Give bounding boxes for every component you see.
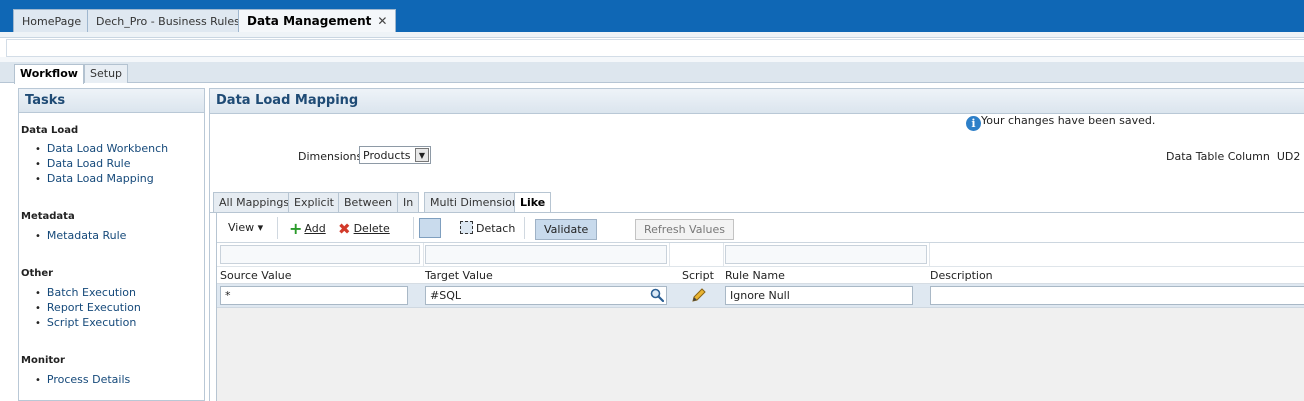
table-header: Source Value Target Value Script Rule Na… <box>217 267 1304 284</box>
refresh-values-button[interactable]: Refresh Values <box>635 219 734 240</box>
column-header-description[interactable]: Description <box>930 269 993 282</box>
detach-button-label: Detach <box>476 222 516 235</box>
task-link-batch-execution[interactable]: Batch Execution <box>35 286 136 299</box>
info-icon: i <box>966 116 981 131</box>
tab-explicit-label: Explicit <box>294 196 334 209</box>
add-button-label: Add <box>304 222 326 235</box>
add-button[interactable]: + Add <box>289 219 326 238</box>
filter-row <box>217 243 1304 267</box>
column-header-target-value[interactable]: Target Value <box>425 269 493 282</box>
task-link-data-load-rule[interactable]: Data Load Rule <box>35 157 131 170</box>
table-format-icon <box>419 218 441 238</box>
rule-name-input[interactable]: Ignore Null <box>725 286 913 305</box>
plus-icon: + <box>289 219 303 238</box>
data-table-column-value: UD2 <box>1276 150 1301 163</box>
toolbar-divider <box>413 217 414 239</box>
validate-button[interactable]: Validate <box>535 219 598 240</box>
tab-multi-dimension[interactable]: Multi Dimension <box>424 192 525 212</box>
column-divider <box>669 243 670 267</box>
detach-icon <box>460 221 473 234</box>
chevron-down-icon[interactable]: ▼ <box>415 148 429 162</box>
tab-multi-dimension-label: Multi Dimension <box>430 196 519 209</box>
tab-data-management[interactable]: Data Management ✕ <box>238 9 397 32</box>
task-link-data-load-workbench[interactable]: Data Load Workbench <box>35 142 168 155</box>
table-row[interactable]: * #SQL Ignore Null <box>217 284 1304 308</box>
filter-target-value[interactable] <box>425 245 667 264</box>
tab-homepage[interactable]: HomePage <box>13 9 91 32</box>
search-icon[interactable] <box>650 288 664 302</box>
column-header-source-value[interactable]: Source Value <box>220 269 291 282</box>
tab-all-mappings-label: All Mappings <box>219 196 290 209</box>
tab-like-label: Like <box>520 196 546 209</box>
column-header-script[interactable]: Script <box>682 269 714 282</box>
tab-workflow[interactable]: Workflow <box>14 64 84 84</box>
tab-all-mappings[interactable]: All Mappings <box>213 192 296 212</box>
tab-workflow-label: Workflow <box>20 67 78 80</box>
tab-setup[interactable]: Setup <box>84 64 129 83</box>
description-input[interactable] <box>930 286 1304 305</box>
pencil-icon[interactable] <box>691 287 707 303</box>
delete-button[interactable]: ✖ Delete <box>338 220 390 238</box>
task-group-data-load: Data Load <box>21 125 79 136</box>
app-tab-bar: HomePage Dech_Pro - Business Rules Data … <box>0 0 1304 32</box>
data-table-column-label: Data Table Column <box>1166 150 1270 163</box>
tab-setup-label: Setup <box>90 67 123 80</box>
data-load-mapping-panel: Data Load Mapping i Your changes have bee… <box>209 88 1304 401</box>
column-divider <box>423 243 424 267</box>
tab-between[interactable]: Between <box>338 192 399 212</box>
dimensions-label: Dimensions <box>298 150 363 163</box>
column-header-rule-name[interactable]: Rule Name <box>725 269 785 282</box>
column-divider <box>723 243 724 267</box>
tab-in-label: In <box>403 196 414 209</box>
filter-source-value[interactable] <box>220 245 420 264</box>
dimensions-value: Products <box>363 149 411 162</box>
view-menu[interactable]: View ▾ <box>228 221 263 234</box>
task-group-metadata: Metadata <box>21 211 75 222</box>
filter-rule-name[interactable] <box>725 245 927 264</box>
divider-strip <box>0 32 1304 38</box>
tab-between-label: Between <box>344 196 393 209</box>
detach-button[interactable]: Detach <box>460 221 515 235</box>
tasks-panel: Tasks Data Load Data Load Workbench Data… <box>18 88 205 401</box>
task-link-data-load-mapping[interactable]: Data Load Mapping <box>35 172 154 185</box>
source-value-input[interactable]: * <box>220 286 408 305</box>
view-menu-label: View <box>228 221 255 234</box>
delete-button-label: Delete <box>353 222 390 235</box>
task-link-script-execution[interactable]: Script Execution <box>35 316 136 329</box>
delete-icon: ✖ <box>338 220 351 238</box>
module-tab-bar: Workflow Setup <box>0 62 1304 84</box>
data-table-column: Data Table Column UD2 <box>1166 150 1300 163</box>
task-link-metadata-rule[interactable]: Metadata Rule <box>35 229 127 242</box>
tab-homepage-label: HomePage <box>22 15 82 28</box>
dimensions-select[interactable]: Products ▼ <box>359 146 431 164</box>
toolbar: View ▾ + Add ✖ Delete Detach Validate Refr… <box>217 213 1304 243</box>
task-link-process-details[interactable]: Process Details <box>35 373 130 386</box>
tab-data-management-label: Data Management <box>247 14 372 28</box>
header-bar <box>6 39 1304 57</box>
toolbar-divider <box>277 217 278 239</box>
task-group-other: Other <box>21 268 54 279</box>
tab-like[interactable]: Like <box>514 192 552 213</box>
target-value-input[interactable]: #SQL <box>425 286 667 305</box>
task-link-report-execution[interactable]: Report Execution <box>35 301 141 314</box>
tab-in[interactable]: In <box>397 192 420 212</box>
mapping-content: View ▾ + Add ✖ Delete Detach Validate Refr… <box>216 213 1304 401</box>
close-icon[interactable]: ✕ <box>377 14 387 28</box>
status-message-text: Your changes have been saved. <box>981 114 1156 127</box>
column-divider <box>929 243 930 267</box>
toolbar-divider <box>524 217 525 239</box>
tasks-title: Tasks <box>19 89 204 113</box>
target-value-text: #SQL <box>430 289 461 302</box>
status-message: i Your changes have been saved. <box>966 114 1155 131</box>
chevron-down-icon: ▾ <box>257 221 264 234</box>
format-button[interactable] <box>419 218 441 238</box>
page-title: Data Load Mapping <box>210 89 1304 114</box>
tab-explicit[interactable]: Explicit <box>288 192 340 212</box>
tab-business-rules-label: Dech_Pro - Business Rules <box>96 15 240 28</box>
tab-business-rules[interactable]: Dech_Pro - Business Rules <box>87 9 249 32</box>
task-group-monitor: Monitor <box>21 355 65 366</box>
